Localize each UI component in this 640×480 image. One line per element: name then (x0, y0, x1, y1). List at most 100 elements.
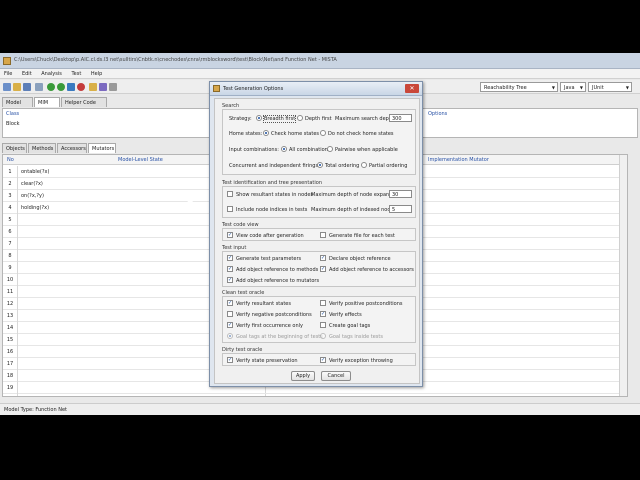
max-expansion-label: Maximum depth of node expansion: (311, 192, 402, 198)
tab-model[interactable]: Model (2, 97, 33, 107)
total-ordering-radio[interactable] (317, 162, 323, 168)
state-cell[interactable]: on(?x,?y) (21, 193, 44, 199)
check-home-radio[interactable] (263, 130, 269, 136)
row-number: 16 (3, 346, 18, 358)
verify-neg-checkbox[interactable] (227, 311, 233, 317)
all-comb-radio[interactable] (281, 146, 287, 152)
row-number: 13 (3, 310, 18, 322)
max-indexed-input[interactable]: 5 (389, 205, 412, 213)
table-row[interactable]: 20 (3, 394, 627, 396)
declare-obj-checkbox[interactable] (320, 255, 326, 261)
tab-accessors[interactable]: Accessors (57, 143, 87, 153)
goal-inside-radio[interactable] (320, 333, 326, 339)
show-result-label: Show resultant states in nodes (236, 192, 314, 198)
tab-objects[interactable]: Objects (2, 143, 27, 153)
row-number: 19 (3, 382, 18, 394)
no-check-home-radio[interactable] (320, 130, 326, 136)
view-after-checkbox[interactable] (227, 232, 233, 238)
home-states-label: Home states: (229, 131, 263, 137)
close-icon[interactable]: ✕ (405, 84, 419, 93)
max-depth-input[interactable]: 300 (389, 114, 412, 122)
pairwise-radio[interactable] (327, 146, 333, 152)
open-folder-icon[interactable] (13, 83, 21, 91)
tab-mim[interactable]: MIM (34, 97, 60, 107)
tab-mutators[interactable]: Mutators (88, 143, 116, 153)
gen-params-checkbox[interactable] (227, 255, 233, 261)
partial-ordering-radio[interactable] (361, 162, 367, 168)
tree-type-select[interactable]: Reachability Tree ▼ (480, 82, 558, 92)
tree-type-value: Reachability Tree (484, 85, 527, 91)
generate-icon[interactable] (89, 83, 97, 91)
row-number: 5 (3, 214, 18, 226)
row-number: 14 (3, 322, 18, 334)
menu-edit[interactable]: Edit (18, 69, 36, 79)
tab-helper-code[interactable]: Helper Code (61, 97, 107, 107)
verify-pos-checkbox[interactable] (320, 300, 326, 306)
breadth-first-radio[interactable] (256, 115, 262, 121)
menu-test[interactable]: Test (67, 69, 85, 79)
verify-states-label: Verify resultant states (236, 301, 291, 307)
code-icon[interactable] (99, 83, 107, 91)
section-dirty-oracle: Verify state preservation Verify excepti… (222, 353, 416, 366)
verify-first-checkbox[interactable] (227, 322, 233, 328)
framework-select[interactable]: JUnit ▼ (588, 82, 632, 92)
verify-exception-checkbox[interactable] (320, 357, 326, 363)
apply-button[interactable]: Apply (291, 371, 315, 381)
create-goal-checkbox[interactable] (320, 322, 326, 328)
run-icon[interactable] (47, 83, 55, 91)
section-search: Strategy: Breadth first Depth first Maxi… (222, 109, 416, 175)
file-each-checkbox[interactable] (320, 232, 326, 238)
row-number: 12 (3, 298, 18, 310)
max-expansion-input[interactable]: 30 (389, 190, 412, 198)
input-comb-label: Input combinations: (229, 147, 279, 153)
column-header-state[interactable]: Model-Level State (118, 157, 163, 163)
cancel-button[interactable]: Cancel (321, 371, 351, 381)
verify-pos-label: Verify positive postconditions (329, 301, 403, 307)
options-label: Options (428, 111, 448, 117)
verify-preservation-checkbox[interactable] (227, 357, 233, 363)
column-header-no[interactable]: No (7, 157, 14, 163)
step-icon[interactable] (57, 83, 65, 91)
vertical-scrollbar[interactable] (619, 155, 627, 396)
menu-help[interactable]: Help (87, 69, 106, 79)
app-icon (3, 57, 11, 65)
verify-exception-label: Verify exception throwing (329, 358, 393, 364)
stop-icon[interactable] (77, 83, 85, 91)
row-number: 6 (3, 226, 18, 238)
row-number: 9 (3, 262, 18, 274)
state-cell[interactable]: ontable(?x) (21, 169, 49, 175)
breadth-first-label: Breadth first (262, 115, 297, 123)
menu-file[interactable]: File (0, 69, 16, 79)
class-value[interactable]: Block (6, 121, 20, 127)
goal-begin-radio[interactable] (227, 333, 233, 339)
tab-methods[interactable]: Methods (28, 143, 56, 153)
add-methods-checkbox[interactable] (227, 266, 233, 272)
menu-analysis[interactable]: Analysis (37, 69, 66, 79)
total-ordering-label: Total ordering (325, 163, 360, 169)
include-indices-checkbox[interactable] (227, 206, 233, 212)
depth-first-radio[interactable] (297, 115, 303, 121)
row-number: 4 (3, 202, 18, 214)
language-value: Java (564, 85, 575, 91)
state-cell[interactable]: clear(?x) (21, 181, 43, 187)
include-indices-label: Include node indices in tests (236, 207, 308, 213)
column-header-mutator[interactable]: Implementation Mutator (428, 157, 489, 163)
check-home-label: Check home states (271, 131, 320, 137)
verify-states-checkbox[interactable] (227, 300, 233, 306)
language-select[interactable]: Java ▼ (560, 82, 586, 92)
show-result-checkbox[interactable] (227, 191, 233, 197)
test-generation-options-dialog: Test Generation Options ✕ Search Strateg… (209, 81, 423, 387)
declare-obj-label: Declare object reference (329, 256, 391, 262)
add-accessors-checkbox[interactable] (320, 266, 326, 272)
new-file-icon[interactable] (3, 83, 11, 91)
max-depth-label: Maximum search depth: (335, 116, 396, 122)
verify-effects-checkbox[interactable] (320, 311, 326, 317)
save-icon[interactable] (23, 83, 31, 91)
row-number: 17 (3, 358, 18, 370)
edit-icon[interactable] (35, 83, 43, 91)
state-cell[interactable]: holding(?x) (21, 205, 49, 211)
add-mutators-checkbox[interactable] (227, 277, 233, 283)
partial-ordering-label: Partial ordering (369, 163, 408, 169)
settings-icon[interactable] (109, 83, 117, 91)
verify-icon[interactable] (67, 83, 75, 91)
